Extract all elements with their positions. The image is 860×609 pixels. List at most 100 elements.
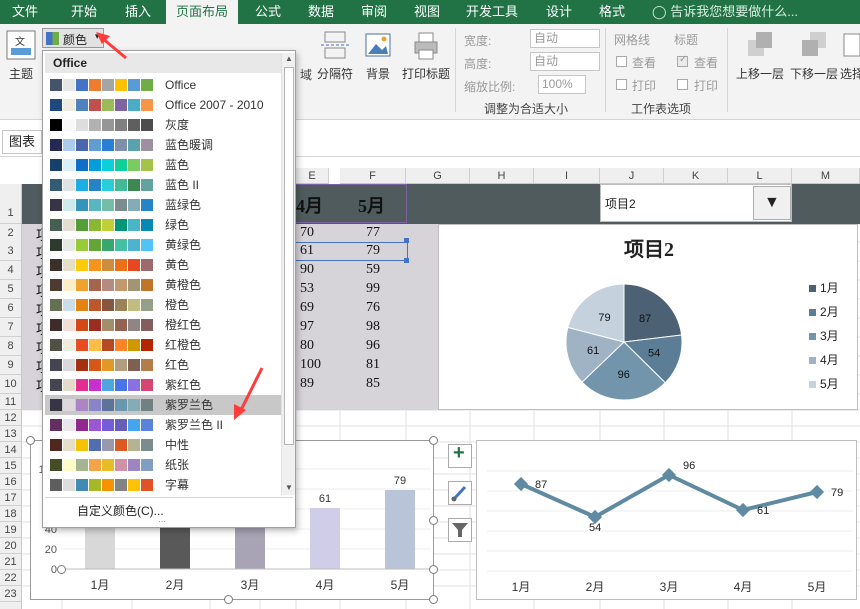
tab-page-layout[interactable]: 页面布局 — [166, 0, 238, 24]
line-marker[interactable] — [735, 502, 751, 518]
cell-apr[interactable]: 53 — [300, 281, 314, 297]
row-header[interactable]: 5 — [0, 280, 22, 299]
tab-file[interactable]: 文件 — [0, 0, 50, 24]
custom-colors-menu-item[interactable]: 自定义颜色(C)... — [77, 502, 164, 519]
resize-grip[interactable]: ⋯ — [158, 517, 166, 526]
legend-item[interactable]: 1月 — [809, 279, 839, 296]
cell-apr[interactable]: 97 — [300, 319, 314, 335]
width-select[interactable]: 自动 — [530, 29, 600, 48]
row-header[interactable]: 16 — [0, 474, 22, 490]
color-scheme-item[interactable]: 蓝色暖调 — [45, 135, 281, 155]
row-header[interactable]: 19 — [0, 522, 22, 538]
themes-button[interactable]: 文 主题 — [4, 30, 38, 82]
row-header[interactable]: 20 — [0, 538, 22, 554]
cell-may[interactable]: 96 — [366, 338, 380, 354]
tab-format[interactable]: 格式 — [588, 0, 636, 24]
bring-forward-button[interactable]: 上移一层 — [734, 30, 786, 82]
margins-label-fragment[interactable]: 域 — [300, 66, 312, 83]
row-header[interactable]: 12 — [0, 410, 22, 426]
tab-home[interactable]: 开始 — [58, 0, 110, 24]
chart-resize-handle[interactable] — [429, 565, 438, 574]
row-header[interactable]: 13 — [0, 426, 22, 442]
row-header[interactable]: 15 — [0, 458, 22, 474]
name-box[interactable]: 图表 — [2, 130, 42, 154]
line-marker[interactable] — [513, 476, 529, 492]
chart-resize-handle[interactable] — [429, 436, 438, 445]
column-header[interactable]: I — [534, 168, 600, 184]
selection-handle[interactable] — [404, 238, 409, 243]
item-selector-combo[interactable]: 项目2 ▼ — [600, 184, 792, 222]
cell-may[interactable]: 85 — [366, 376, 380, 392]
color-scheme-item[interactable]: 橙红色 — [45, 315, 281, 335]
chart-resize-handle[interactable] — [429, 595, 438, 604]
row-header[interactable]: 18 — [0, 506, 22, 522]
send-backward-button[interactable]: 下移一层 — [788, 30, 840, 82]
cell-may[interactable]: 77 — [366, 225, 380, 241]
tab-developer[interactable]: 开发工具 — [456, 0, 528, 24]
color-scheme-item[interactable]: 蓝绿色 — [45, 195, 281, 215]
color-scheme-item[interactable]: 纸张 — [45, 455, 281, 475]
legend-item[interactable]: 3月 — [809, 327, 839, 344]
chart-resize-handle[interactable] — [224, 595, 233, 604]
cell-apr[interactable]: 90 — [300, 262, 314, 278]
row-header[interactable]: 14 — [0, 442, 22, 458]
tab-review[interactable]: 审阅 — [349, 0, 399, 24]
color-scheme-item[interactable]: 橙色 — [45, 295, 281, 315]
color-scheme-item[interactable]: 字幕 — [45, 475, 281, 495]
chart-resize-handle[interactable] — [57, 565, 66, 574]
row-header[interactable]: 23 — [0, 586, 22, 602]
legend-item[interactable]: 5月 — [809, 375, 839, 392]
color-scheme-item[interactable]: 黄橙色 — [45, 275, 281, 295]
column-header[interactable]: F — [340, 168, 406, 184]
cell-may[interactable]: 59 — [366, 262, 380, 278]
cell-may[interactable]: 81 — [366, 357, 380, 373]
row-header[interactable]: 21 — [0, 554, 22, 570]
chart-resize-handle[interactable] — [429, 516, 438, 525]
cell-may[interactable]: 76 — [366, 300, 380, 316]
chart-filters-button[interactable] — [448, 518, 472, 542]
gridlines-print-checkbox[interactable] — [616, 79, 627, 90]
color-scheme-item[interactable]: Office — [45, 75, 281, 95]
pie-slice[interactable] — [623, 283, 683, 343]
color-scheme-item[interactable]: 绿色 — [45, 215, 281, 235]
row-header[interactable]: 17 — [0, 490, 22, 506]
row-header[interactable]: 22 — [0, 570, 22, 586]
row-header[interactable]: 1 — [0, 184, 22, 224]
column-header[interactable]: G — [406, 168, 470, 184]
chart-styles-button[interactable] — [448, 481, 472, 505]
headings-print-checkbox[interactable] — [677, 79, 688, 90]
row-header[interactable]: 9 — [0, 356, 22, 375]
color-scheme-item[interactable]: 红橙色 — [45, 335, 281, 355]
gridlines-view-checkbox[interactable] — [616, 56, 627, 67]
color-scheme-item[interactable]: 黄色 — [45, 255, 281, 275]
color-scheme-item[interactable]: 中性 — [45, 435, 281, 455]
chart-elements-button[interactable]: + — [448, 442, 472, 468]
scroll-down-icon[interactable]: ▼ — [285, 483, 293, 492]
cell-apr[interactable]: 70 — [300, 225, 314, 241]
color-scheme-item[interactable]: 蓝色 II — [45, 175, 281, 195]
cell-apr[interactable]: 80 — [300, 338, 314, 354]
cell-may[interactable]: 99 — [366, 281, 380, 297]
color-scheme-item[interactable]: Office 2007 - 2010 — [45, 95, 281, 115]
column-header[interactable]: K — [664, 168, 728, 184]
headings-view-checkbox[interactable]: ✓ — [677, 54, 688, 67]
scale-input[interactable]: 100% — [538, 75, 586, 94]
scrollbar-thumb[interactable] — [284, 67, 294, 445]
column-header[interactable]: L — [728, 168, 792, 184]
row-header[interactable]: 8 — [0, 337, 22, 356]
chart-resize-handle[interactable] — [26, 436, 35, 445]
dropdown-scrollbar[interactable]: ▲ ▼ — [281, 53, 295, 495]
column-header[interactable]: J — [600, 168, 664, 184]
column-header[interactable]: E — [296, 168, 329, 184]
cell-apr[interactable]: 69 — [300, 300, 314, 316]
scroll-up-icon[interactable]: ▲ — [285, 54, 293, 63]
color-scheme-item[interactable]: 蓝色 — [45, 155, 281, 175]
bar[interactable] — [310, 508, 340, 569]
selection-handle[interactable] — [404, 258, 409, 263]
legend-item[interactable]: 4月 — [809, 351, 839, 368]
line-chart[interactable]: 87 1月 54 2月 96 3月 61 4月 79 5月 — [476, 440, 857, 600]
column-header[interactable]: H — [470, 168, 534, 184]
print-titles-button[interactable]: 打印标题 — [400, 30, 452, 82]
height-select[interactable]: 自动 — [530, 52, 600, 71]
color-scheme-item[interactable]: 灰度 — [45, 115, 281, 135]
